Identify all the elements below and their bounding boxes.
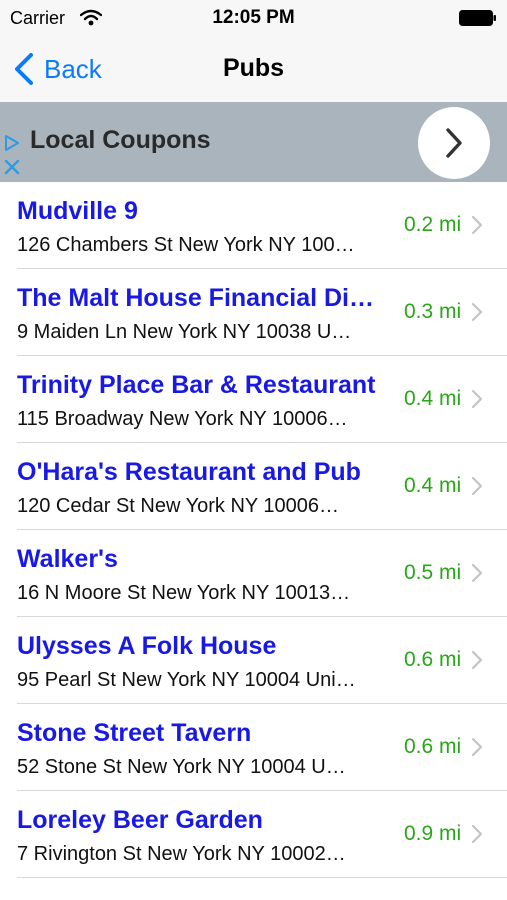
pub-name: Ulysses A Folk House [17, 632, 277, 660]
pub-distance: 0.6 mi [404, 648, 462, 671]
pub-address: 120 Cedar St New York NY 10006… [17, 495, 340, 517]
pub-list[interactable]: Mudville 9 126 Chambers St New York NY 1… [0, 182, 507, 900]
pub-name: O'Hara's Restaurant and Pub [17, 458, 361, 486]
disclosure-chevron-icon [471, 737, 483, 757]
list-item[interactable]: The Malt House Financial Di… 9 Maiden Ln… [0, 269, 507, 356]
pub-distance: 0.6 mi [404, 735, 462, 758]
pub-name: Mudville 9 [17, 197, 138, 225]
pub-distance: 0.4 mi [404, 474, 462, 497]
disclosure-chevron-icon [471, 302, 483, 322]
battery-icon [459, 10, 496, 26]
ad-banner[interactable]: Local Coupons [0, 102, 507, 182]
list-item[interactable]: O'Hara's Restaurant and Pub 120 Cedar St… [0, 443, 507, 530]
close-icon[interactable] [4, 159, 20, 175]
row-divider [17, 877, 507, 878]
disclosure-chevron-icon [471, 389, 483, 409]
disclosure-chevron-icon [471, 563, 483, 583]
chevron-right-icon [446, 128, 462, 158]
pub-distance: 0.9 mi [404, 822, 462, 845]
list-item[interactable]: Ulysses A Folk House 95 Pearl St New Yor… [0, 617, 507, 704]
pub-name: Walker's [17, 545, 118, 573]
pub-address: 7 Rivington St New York NY 10002… [17, 843, 346, 865]
status-time: 12:05 PM [212, 7, 295, 28]
pub-address: 9 Maiden Ln New York NY 10038 U… [17, 321, 352, 343]
pub-distance: 0.5 mi [404, 561, 462, 584]
pub-address: 95 Pearl St New York NY 10004 Uni… [17, 669, 356, 691]
list-item[interactable]: Mudville 9 126 Chambers St New York NY 1… [0, 182, 507, 269]
list-item[interactable]: Stone Street Tavern 52 Stone St New York… [0, 704, 507, 791]
disclosure-chevron-icon [471, 215, 483, 235]
navigation-bar: Back Pubs [0, 36, 507, 102]
pub-address: 16 N Moore St New York NY 10013… [17, 582, 351, 604]
list-item[interactable]: Loreley Beer Garden 7 Rivington St New Y… [0, 791, 507, 878]
pub-name: Stone Street Tavern [17, 719, 252, 747]
pub-address: 52 Stone St New York NY 10004 U… [17, 756, 346, 778]
ad-title[interactable]: Local Coupons [30, 126, 211, 155]
pub-distance: 0.4 mi [404, 387, 462, 410]
disclosure-chevron-icon [471, 476, 483, 496]
list-item[interactable]: Trinity Place Bar & Restaurant 115 Broad… [0, 356, 507, 443]
disclosure-chevron-icon [471, 650, 483, 670]
ad-choices-icon[interactable] [3, 134, 21, 152]
disclosure-chevron-icon [471, 824, 483, 844]
pub-address: 115 Broadway New York NY 10006… [17, 408, 348, 430]
page-title: Pubs [222, 54, 285, 82]
pub-address: 126 Chambers St New York NY 100… [17, 234, 355, 256]
pub-distance: 0.3 mi [404, 300, 462, 323]
pub-distance: 0.2 mi [404, 213, 462, 236]
ad-open-button[interactable] [418, 107, 490, 179]
pub-name: Loreley Beer Garden [17, 806, 263, 834]
pub-name: Trinity Place Bar & Restaurant [17, 371, 376, 399]
status-bar: Carrier 12:05 PM [0, 0, 507, 36]
list-item[interactable]: Walker's 16 N Moore St New York NY 10013… [0, 530, 507, 617]
pub-name: The Malt House Financial Di… [17, 284, 374, 312]
